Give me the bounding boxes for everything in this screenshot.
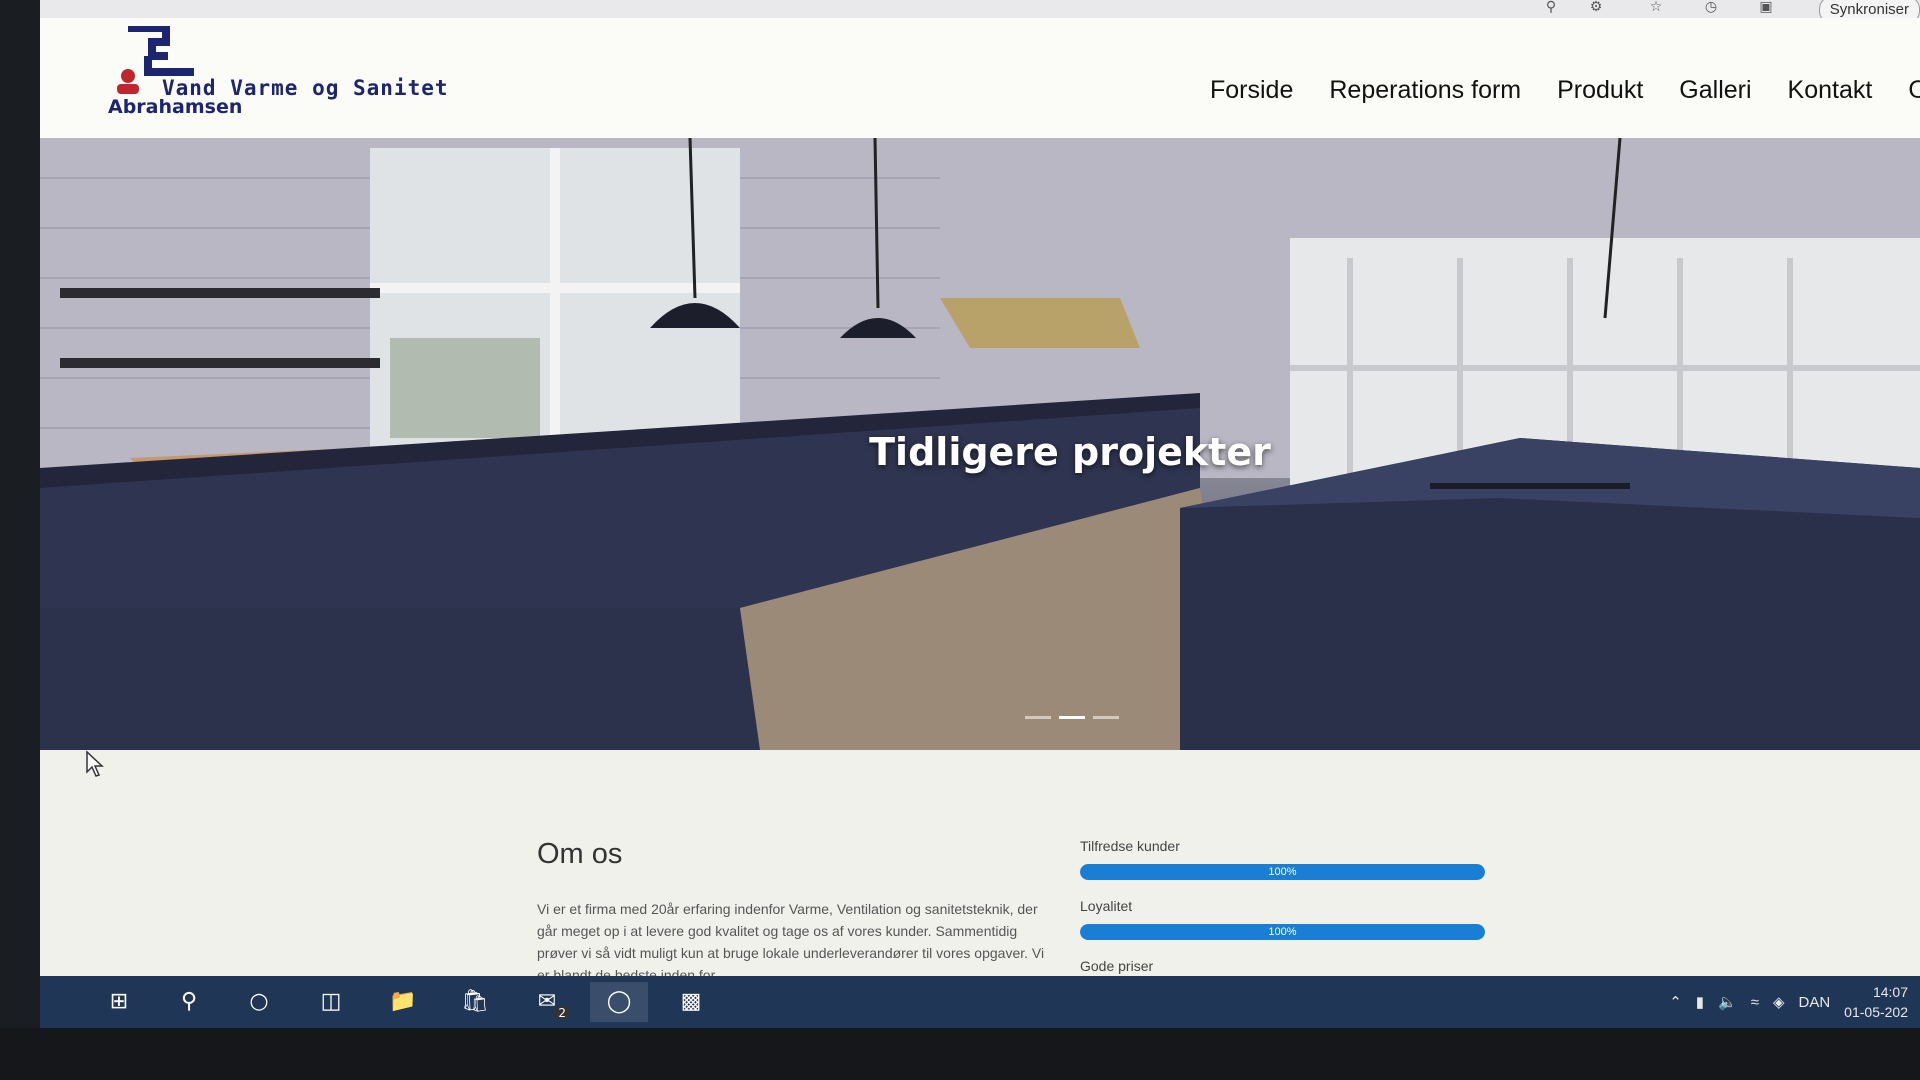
logo-text-secondary: Abrahamsen <box>108 96 243 118</box>
skill-label: Tilfredse kunder <box>1080 838 1180 854</box>
dropbox-icon[interactable]: ◈ <box>1773 993 1785 1011</box>
collections-icon[interactable]: ▣ <box>1755 0 1777 16</box>
progress-fill: 100% <box>1080 924 1485 940</box>
logo[interactable]: Vand Varme og Sanitet Abrahamsen <box>108 26 508 126</box>
carousel-dot-active[interactable] <box>1059 716 1085 719</box>
main-nav: Forside Reperations form Produkt Galleri… <box>1210 76 1920 105</box>
progress-bar: 100% <box>1080 864 1485 880</box>
skill-item: Tilfredse kunder 100% <box>1080 838 1500 880</box>
nav-item-galleri[interactable]: Galleri <box>1679 76 1751 105</box>
nav-item-forside[interactable]: Forside <box>1210 76 1293 105</box>
skill-label: Loyalitet <box>1080 898 1133 914</box>
search-icon[interactable]: ⚲ <box>160 982 218 1022</box>
carousel-dot[interactable] <box>1093 716 1119 719</box>
carousel-dot[interactable] <box>1025 716 1051 719</box>
store-icon[interactable]: 🛍 <box>446 982 504 1022</box>
skill-label: Gode priser <box>1080 958 1154 974</box>
windows-start-icon[interactable]: ⊞ <box>90 982 148 1022</box>
nav-item-kontakt[interactable]: Kontakt <box>1788 76 1873 105</box>
system-tray: ⌃ ▮ 🔈 ≈ ◈ DAN 14:07 01-05-202 <box>1669 976 1908 1028</box>
nav-item-reperations-form[interactable]: Reperations form <box>1329 76 1521 105</box>
skills-list: Tilfredse kunder 100% Loyalitet 100% God… <box>1080 838 1500 992</box>
intellij-icon[interactable]: ▩ <box>662 982 720 1022</box>
about-text: Vi er et firma med 20år erfaring indenfo… <box>537 901 1045 976</box>
battery-icon[interactable]: ▮ <box>1696 993 1704 1011</box>
about-section: Om os Vi er et firma med 20år erfaring i… <box>40 750 1920 976</box>
chevron-up-icon[interactable]: ⌃ <box>1669 993 1682 1011</box>
clock-date: 01-05-202 <box>1844 1004 1908 1020</box>
extension-icon[interactable]: ⚙ <box>1585 0 1607 16</box>
nav-item-om[interactable]: Om <box>1908 76 1920 105</box>
clock[interactable]: 14:07 01-05-202 <box>1844 982 1908 1022</box>
progress-bar: 100% <box>1080 924 1485 940</box>
progress-fill: 100% <box>1080 864 1485 880</box>
mail-icon[interactable]: ✉ 2 <box>518 982 576 1022</box>
windows-taskbar: ⊞ ⚲ ○ ◫ 📁 🛍 ✉ 2 ◯ ▩ ⌃ ▮ 🔈 ≈ ◈ DAN 14:07 0… <box>40 976 1920 1028</box>
task-view-icon[interactable]: ◫ <box>302 982 360 1022</box>
file-explorer-icon[interactable]: 📁 <box>374 982 432 1022</box>
edge-icon[interactable]: ◯ <box>590 982 648 1022</box>
hero-carousel[interactable]: Tidligere projekter <box>40 138 1920 750</box>
clock-time: 14:07 <box>1872 984 1908 1000</box>
search-icon[interactable]: ⚲ <box>1540 0 1562 16</box>
mouse-cursor-icon <box>86 750 104 777</box>
cortana-icon[interactable]: ○ <box>230 982 288 1022</box>
skill-item: Gode priser <box>1080 958 1500 974</box>
monitor-bezel <box>0 1028 1920 1080</box>
history-icon[interactable]: ◷ <box>1700 0 1722 16</box>
hero-title: Tidligere projekter <box>869 430 1271 474</box>
mail-badge: 2 <box>554 1006 570 1020</box>
skill-item: Loyalitet 100% <box>1080 898 1500 940</box>
browser-toolbar: ⚲ ⚙ ☆ ◷ ▣ Synkroniser <box>40 0 1920 24</box>
about-title: Om os <box>537 838 623 870</box>
carousel-indicators <box>1025 716 1119 719</box>
volume-icon[interactable]: 🔈 <box>1718 993 1737 1011</box>
site-header: Vand Varme og Sanitet Abrahamsen Forside… <box>40 18 1920 138</box>
language-indicator[interactable]: DAN <box>1799 994 1831 1011</box>
nav-item-produkt[interactable]: Produkt <box>1557 76 1643 105</box>
favorites-icon[interactable]: ☆ <box>1645 0 1667 16</box>
wifi-icon[interactable]: ≈ <box>1751 994 1759 1011</box>
